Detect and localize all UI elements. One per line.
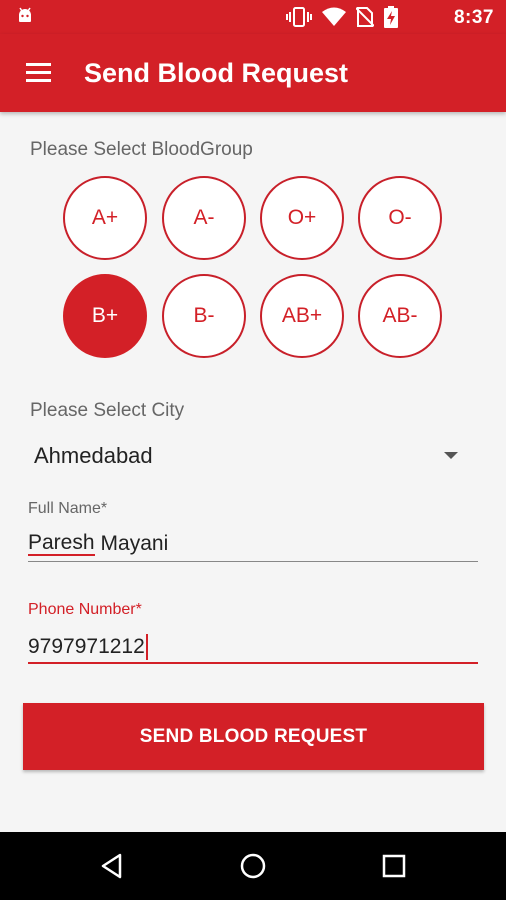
- phone-underline: [28, 662, 478, 664]
- blood-group-ab-positive[interactable]: AB+: [260, 274, 344, 358]
- android-icon: [19, 7, 31, 22]
- blood-group-a-positive[interactable]: A+: [63, 176, 147, 260]
- full-name-underline: [28, 561, 478, 562]
- battery-charging-icon: [384, 6, 398, 28]
- full-name-first: Paresh: [28, 531, 95, 556]
- send-blood-request-button[interactable]: SEND BLOOD REQUEST: [23, 703, 484, 770]
- no-sim-icon: [356, 7, 374, 27]
- full-name-label: Full Name*: [28, 500, 108, 517]
- status-bar: 8:37: [0, 0, 506, 34]
- city-dropdown[interactable]: Ahmedabad: [28, 432, 478, 478]
- blood-group-b-negative[interactable]: B-: [162, 274, 246, 358]
- text-cursor: [145, 634, 148, 660]
- blood-group-o-negative[interactable]: O-: [358, 176, 442, 260]
- vibrate-icon: [286, 7, 312, 27]
- wifi-icon: [322, 7, 346, 26]
- phone-label: Phone Number*: [28, 601, 142, 618]
- city-value: Ahmedabad: [34, 443, 153, 468]
- blood-group-ab-negative[interactable]: AB-: [358, 274, 442, 358]
- full-name-field[interactable]: Paresh Mayani: [28, 528, 478, 562]
- back-icon[interactable]: [98, 852, 126, 880]
- page-title: Send Blood Request: [84, 58, 349, 88]
- navigation-bar: [0, 832, 506, 900]
- blood-group-b-positive[interactable]: B+: [63, 274, 147, 358]
- dropdown-arrow-icon: [444, 452, 458, 459]
- app-bar: Send Blood Request: [0, 34, 506, 112]
- home-icon[interactable]: [239, 852, 267, 880]
- blood-group-label: Please Select BloodGroup: [30, 139, 253, 160]
- recents-icon[interactable]: [380, 852, 408, 880]
- full-name-last: Mayani: [100, 532, 169, 555]
- city-label: Please Select City: [30, 400, 185, 421]
- blood-group-o-positive[interactable]: O+: [260, 176, 344, 260]
- status-time: 8:37: [453, 7, 494, 28]
- phone-field[interactable]: 9797971212: [28, 630, 478, 664]
- phone-value: 9797971212: [28, 635, 145, 658]
- blood-group-a-negative[interactable]: A-: [162, 176, 246, 260]
- hamburger-menu-icon[interactable]: [24, 59, 52, 87]
